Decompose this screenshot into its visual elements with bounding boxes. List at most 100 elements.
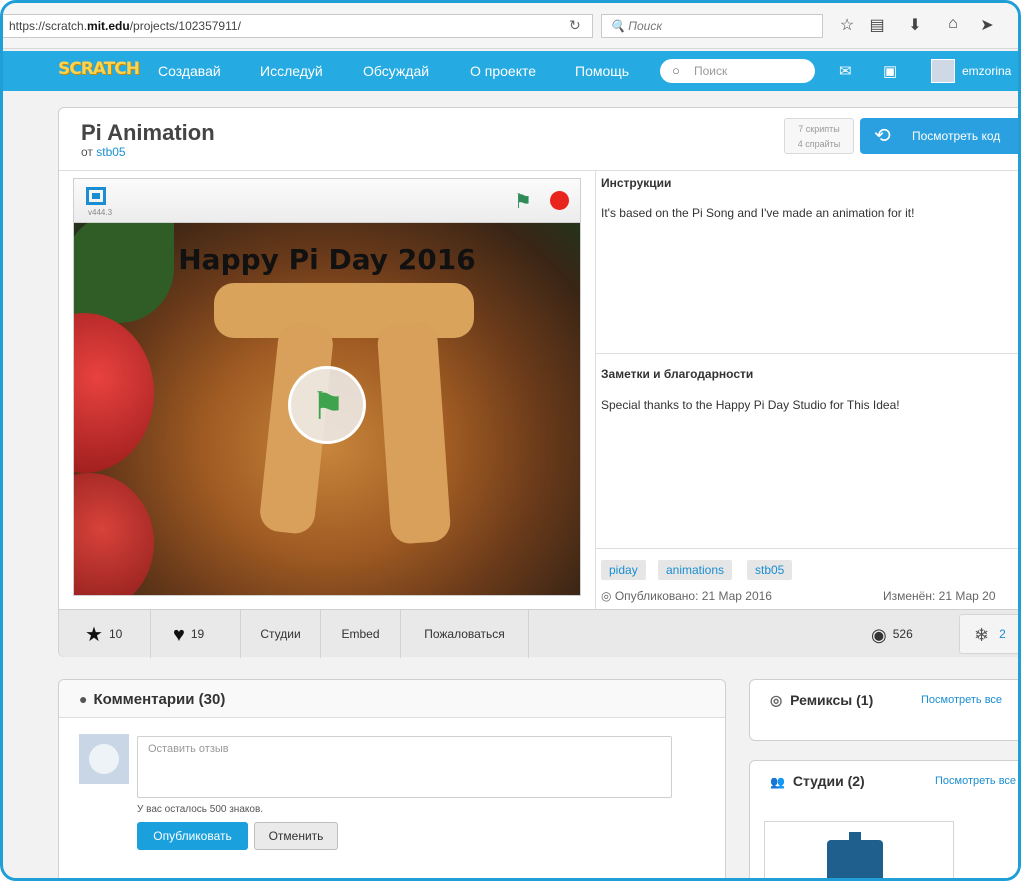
remixes-title-text: Ремиксы (1) bbox=[790, 692, 874, 708]
browser-search-placeholder: Поиск bbox=[628, 19, 662, 33]
window-frame: https://scratch.mit.edu/projects/1023579… bbox=[0, 0, 1021, 881]
project-stats-bar: ★ 10 ♥ 19 Студии Embed Пожаловаться ◉ 526 ❄… bbox=[59, 609, 1018, 658]
nav-item-help[interactable]: Помощь bbox=[575, 63, 629, 79]
views-count: ◉ 526 bbox=[871, 610, 913, 658]
by-label: от bbox=[81, 145, 93, 159]
comments-title: ● Комментарии (30) bbox=[79, 691, 225, 708]
search-icon: ○ bbox=[672, 63, 680, 78]
views-value: 526 bbox=[892, 627, 913, 641]
embed-button[interactable]: Embed bbox=[321, 610, 401, 658]
notes-title: Заметки и благодарности bbox=[601, 367, 754, 381]
nav-item-about[interactable]: О проекте bbox=[470, 63, 536, 79]
stage-title: Happy Pi Day 2016 bbox=[178, 243, 476, 276]
post-comment-button[interactable]: Опубликовать bbox=[137, 822, 248, 850]
scratch-logo[interactable]: SCRATCH bbox=[58, 59, 140, 79]
site-search-placeholder: Поиск bbox=[694, 64, 728, 78]
studios-title-text: Студии (2) bbox=[792, 773, 865, 789]
apple-shape bbox=[74, 313, 154, 473]
report-button[interactable]: Пожаловаться bbox=[401, 610, 529, 658]
instructions-text: It's based on the Pi Song and I've made … bbox=[601, 206, 915, 220]
url-prefix: https://scratch. bbox=[9, 19, 88, 33]
bookmark-star-icon[interactable]: ☆ bbox=[837, 15, 857, 35]
tag[interactable]: piday bbox=[601, 560, 646, 580]
scripts-count: 7 скрипты bbox=[798, 124, 840, 134]
url-domain: mit.edu bbox=[87, 19, 130, 33]
comments-header: ● Комментарии (30) bbox=[59, 680, 725, 718]
reading-list-icon[interactable]: ▤ bbox=[867, 15, 887, 35]
fullscreen-icon[interactable] bbox=[86, 187, 106, 205]
my-stuff-icon[interactable]: ▣ bbox=[883, 62, 897, 80]
star-icon: ★ bbox=[85, 623, 103, 646]
remixes-panel: ◎ Ремиксы (1) Посмотреть все bbox=[749, 679, 1018, 741]
studio-thumbnail[interactable] bbox=[764, 821, 954, 878]
remix-tree-button[interactable]: ❄ 2 bbox=[959, 614, 1018, 654]
username[interactable]: emzorina bbox=[962, 64, 1011, 78]
browser-toolbar: https://scratch.mit.edu/projects/1023579… bbox=[3, 3, 1018, 49]
favorite-button[interactable]: ★ 10 bbox=[59, 610, 151, 658]
studio-image bbox=[827, 832, 883, 878]
love-button[interactable]: ♥ 19 bbox=[151, 610, 241, 658]
project-player: v444.3 ⚑ Happy Pi Day 2016 ⚑ bbox=[73, 178, 581, 596]
remix-icon: ◎ bbox=[770, 692, 783, 708]
cancel-comment-button[interactable]: Отменить bbox=[254, 822, 338, 850]
author-link[interactable]: stb05 bbox=[96, 145, 125, 159]
studios-see-all-link[interactable]: Посмотреть все bbox=[935, 775, 1016, 787]
user-avatar[interactable] bbox=[931, 59, 955, 83]
remix-tree-icon: ❄ bbox=[974, 624, 990, 645]
people-icon: 👥 bbox=[770, 775, 785, 789]
see-code-label: Посмотреть код bbox=[912, 129, 1001, 143]
script-sprite-counts: 7 скрипты 4 спрайты bbox=[784, 118, 854, 154]
instructions-title: Инструкции bbox=[601, 176, 672, 190]
player-version: v444.3 bbox=[88, 208, 113, 217]
home-icon[interactable]: ⌂ bbox=[943, 15, 963, 33]
pi-crust-shape bbox=[376, 321, 452, 545]
studios-panel: 👥 Студии (2) Посмотреть все bbox=[749, 760, 1018, 878]
loves-count: 19 bbox=[190, 627, 205, 641]
project-author-line: от stb05 bbox=[81, 145, 126, 159]
studios-title: 👥 Студии (2) bbox=[770, 773, 865, 789]
player-controls: v444.3 ⚑ bbox=[74, 179, 580, 223]
sprites-count: 4 спрайты bbox=[797, 139, 841, 149]
history-icon: ◎ bbox=[601, 589, 612, 603]
modified-date: Изменён: 21 Мар 20 bbox=[883, 589, 996, 603]
url-path: /projects/102357911/ bbox=[129, 19, 241, 33]
divider bbox=[596, 548, 1018, 549]
stop-icon[interactable] bbox=[550, 191, 569, 210]
studios-button[interactable]: Студии bbox=[241, 610, 321, 658]
divider bbox=[596, 353, 1018, 354]
nav-item-create[interactable]: Создавай bbox=[158, 63, 221, 79]
project-panel: Pi Animation от stb05 7 скрипты 4 спрайт… bbox=[58, 107, 1018, 658]
comments-title-text: Комментарии (30) bbox=[93, 691, 226, 708]
apple-shape bbox=[74, 473, 154, 595]
pi-crust-shape bbox=[214, 283, 474, 338]
published-label: Опубликовано: 21 Мар 2016 bbox=[614, 589, 772, 603]
see-code-button[interactable]: ⟲ Посмотреть код bbox=[860, 118, 1018, 154]
tag[interactable]: animations bbox=[658, 560, 733, 580]
remixes-title: ◎ Ремиксы (1) bbox=[770, 692, 873, 709]
published-date: ◎ Опубликовано: 21 Мар 2016 bbox=[601, 589, 772, 603]
eye-icon: ◉ bbox=[871, 624, 887, 645]
tag[interactable]: stb05 bbox=[747, 560, 793, 580]
green-flag-icon[interactable]: ⚑ bbox=[514, 189, 532, 214]
browser-search-input[interactable]: 🔍 Поиск bbox=[601, 14, 823, 38]
comments-panel: ● Комментарии (30) Оставить отзыв У вас о… bbox=[58, 679, 726, 878]
comment-input[interactable]: Оставить отзыв bbox=[137, 736, 672, 798]
notes-text: Special thanks to the Happy Pi Day Studi… bbox=[601, 398, 900, 412]
remixes-see-all-link[interactable]: Посмотреть все bbox=[921, 694, 1002, 706]
avatar bbox=[79, 734, 129, 784]
nav-item-explore[interactable]: Исследуй bbox=[260, 63, 323, 79]
favorites-count: 10 bbox=[108, 627, 123, 641]
remix-arrows-icon: ⟲ bbox=[874, 125, 891, 147]
send-icon[interactable]: ➤ bbox=[977, 15, 997, 35]
project-stage[interactable]: Happy Pi Day 2016 ⚑ bbox=[74, 223, 580, 595]
reload-icon[interactable]: ↻ bbox=[569, 17, 581, 34]
nav-item-discuss[interactable]: Обсуждай bbox=[363, 63, 429, 79]
messages-icon[interactable]: ✉ bbox=[839, 62, 852, 80]
project-title: Pi Animation bbox=[81, 120, 215, 145]
download-icon[interactable]: ⬇ bbox=[905, 15, 925, 35]
play-button[interactable]: ⚑ bbox=[288, 366, 366, 444]
url-bar[interactable]: https://scratch.mit.edu/projects/1023579… bbox=[3, 14, 593, 38]
scratch-nav-bar: SCRATCH Создавай Исследуй Обсуждай О про… bbox=[3, 51, 1018, 91]
site-search-input[interactable]: ○ Поиск bbox=[660, 59, 815, 83]
heart-icon: ♥ bbox=[173, 623, 185, 646]
